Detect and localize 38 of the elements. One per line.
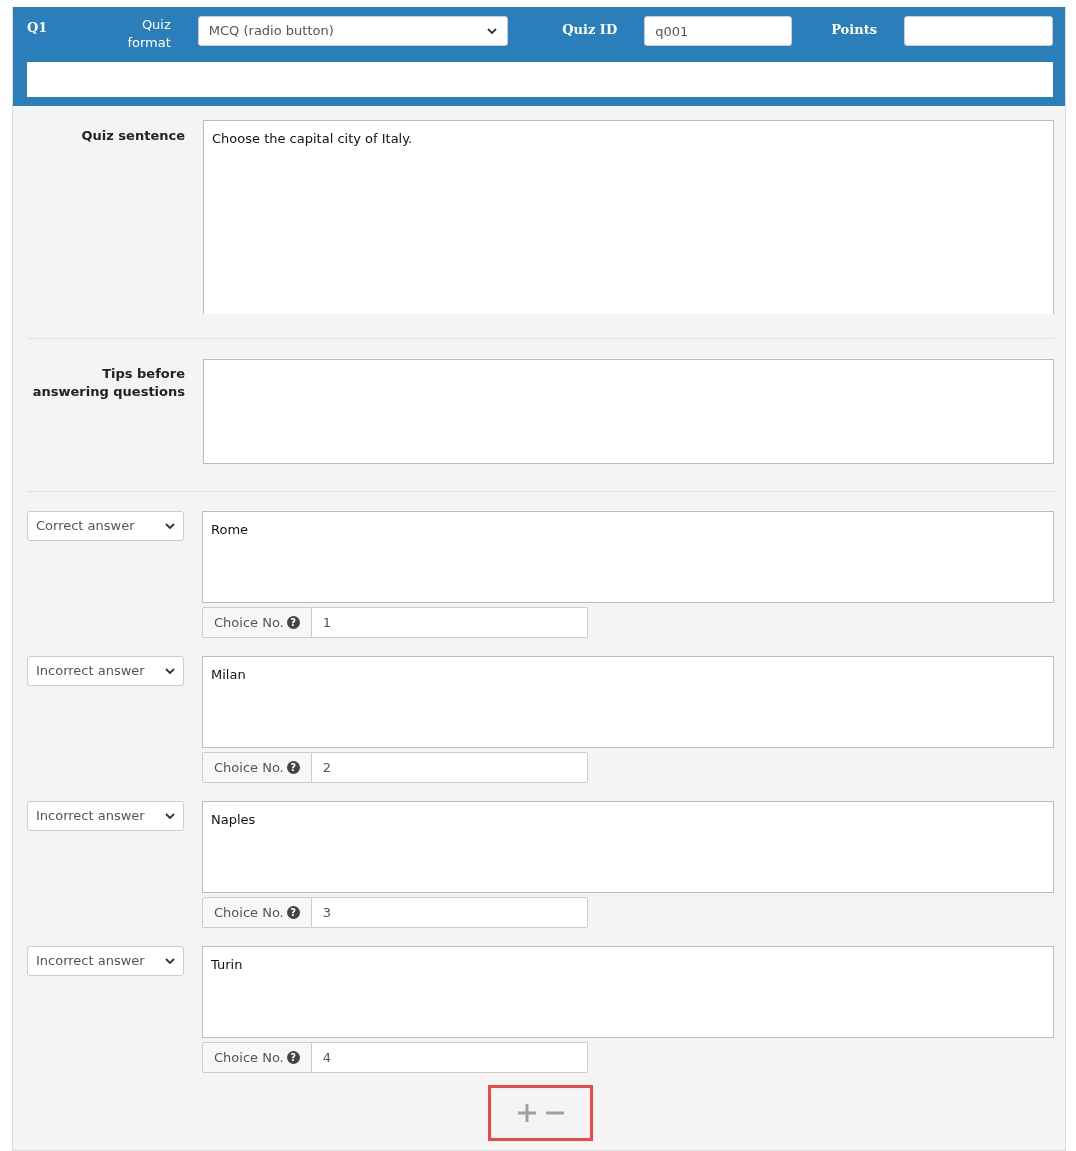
text-field[interactable] [27, 62, 1053, 97]
text-area[interactable]: Milan [202, 656, 1054, 748]
text-area[interactable]: Choose the capital city of Italy. [203, 120, 1054, 314]
points-field[interactable] [904, 16, 1053, 46]
answer-type-select[interactable]: Incorrect answer [27, 656, 184, 686]
help-icon: ? [286, 906, 300, 919]
choice-number-field[interactable]: 1 [311, 607, 588, 638]
text-area[interactable]: Turin [202, 946, 1054, 1038]
answer-type-select[interactable]: Incorrect answer [27, 946, 184, 976]
field-label: Tips before answering questions [31, 365, 185, 401]
field-label: Choice No. ? [202, 897, 312, 928]
text-area[interactable] [203, 359, 1054, 464]
field-label: Choice No. ? [202, 607, 312, 638]
field-label: Quiz format [126, 16, 171, 52]
help-icon: ? [286, 1051, 300, 1064]
plus-icon[interactable] [516, 1103, 537, 1123]
format-select[interactable]: MCQ (radio button) [197, 16, 508, 46]
field-label: Quiz ID [561, 21, 618, 39]
caret-icon [165, 522, 175, 530]
choice-number-field[interactable]: 4 [311, 1042, 588, 1073]
answer-type-select[interactable]: Incorrect answer [27, 801, 184, 831]
caret-icon [165, 812, 175, 820]
field-label: Choice No. ? [202, 1042, 312, 1073]
field-label: Quiz sentence [80, 127, 185, 145]
choice-number-field[interactable]: 2 [311, 752, 588, 783]
question-number: Q1 [27, 19, 49, 37]
help-icon: ? [286, 616, 300, 629]
choice-number-field[interactable]: 3 [311, 897, 588, 928]
caret-icon [486, 27, 497, 35]
quiz-id-field[interactable]: q001 [644, 16, 793, 46]
caret-icon [165, 957, 175, 965]
answer-type-select[interactable]: Correct answer [27, 511, 184, 541]
text-area[interactable]: Naples [202, 801, 1054, 893]
field-label: Choice No. ? [202, 752, 312, 783]
caret-icon [165, 667, 175, 675]
text-area[interactable]: Rome [202, 511, 1054, 603]
field-label: Points [830, 21, 877, 39]
help-icon: ? [286, 761, 300, 774]
